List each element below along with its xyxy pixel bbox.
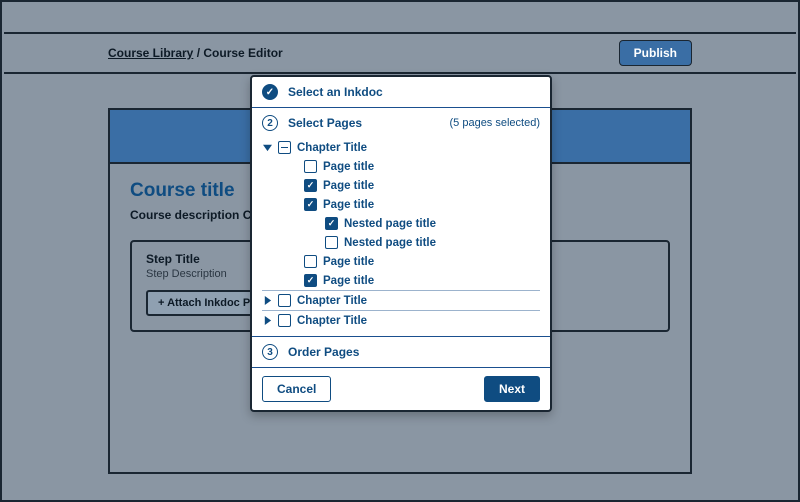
- page-row[interactable]: Page title: [262, 271, 540, 290]
- step3-number-badge: 3: [262, 344, 278, 360]
- caret-right-icon[interactable]: [262, 296, 272, 305]
- nested-page-label: Nested page title: [344, 218, 436, 230]
- attach-pages-dialog: ✓ Select an Inkdoc 2 Select Pages (5 pag…: [250, 75, 552, 412]
- dialog-step2: 2 Select Pages (5 pages selected) Chapte…: [252, 108, 550, 337]
- page-checkbox[interactable]: [304, 274, 317, 287]
- page-checkbox[interactable]: [304, 198, 317, 211]
- step1-done-badge: ✓: [262, 84, 278, 100]
- chapter-row[interactable]: Chapter Title: [262, 138, 540, 157]
- page-label: Page title: [323, 161, 374, 173]
- step3-label: Order Pages: [288, 345, 359, 359]
- page-row[interactable]: Page title: [262, 176, 540, 195]
- page-tree: Chapter Title Page title Page title Page…: [252, 138, 550, 336]
- dialog-footer: Cancel Next: [252, 368, 550, 410]
- dialog-step1[interactable]: ✓ Select an Inkdoc: [252, 77, 550, 108]
- page-checkbox[interactable]: [304, 255, 317, 268]
- breadcrumb-link[interactable]: Course Library: [108, 46, 193, 60]
- next-button[interactable]: Next: [484, 376, 540, 402]
- page-label: Page title: [323, 275, 374, 287]
- chapter-row[interactable]: Chapter Title: [262, 291, 540, 310]
- chapter-label: Chapter Title: [297, 142, 367, 154]
- chapter-row[interactable]: Chapter Title: [262, 311, 540, 330]
- dialog-step3[interactable]: 3 Order Pages: [252, 337, 550, 368]
- chapter-label: Chapter Title: [297, 315, 367, 327]
- caret-right-icon[interactable]: [262, 316, 272, 325]
- chapter-checkbox[interactable]: [278, 294, 291, 307]
- breadcrumb-current: Course Editor: [203, 46, 282, 60]
- chapter-label: Chapter Title: [297, 295, 367, 307]
- app-bar: Course Library / Course Editor Publish: [4, 34, 796, 74]
- page-checkbox[interactable]: [304, 179, 317, 192]
- page-label: Page title: [323, 199, 374, 211]
- step2-header[interactable]: 2 Select Pages (5 pages selected): [252, 108, 550, 138]
- breadcrumb-separator: /: [193, 46, 203, 60]
- page-checkbox[interactable]: [304, 160, 317, 173]
- step2-selection-summary: (5 pages selected): [450, 117, 541, 129]
- caret-down-icon[interactable]: [262, 143, 272, 152]
- page-label: Page title: [323, 256, 374, 268]
- step2-number-badge: 2: [262, 115, 278, 131]
- page-row[interactable]: Page title: [262, 252, 540, 271]
- chapter-checkbox[interactable]: [278, 314, 291, 327]
- top-strip: [4, 4, 796, 34]
- nested-page-row[interactable]: Nested page title: [262, 233, 540, 252]
- page-row[interactable]: Page title: [262, 157, 540, 176]
- step1-label: Select an Inkdoc: [288, 85, 383, 99]
- cancel-button[interactable]: Cancel: [262, 376, 331, 402]
- page-row[interactable]: Page title: [262, 195, 540, 214]
- nested-page-checkbox[interactable]: [325, 217, 338, 230]
- step2-label: Select Pages: [288, 116, 362, 130]
- chapter-checkbox-indeterminate[interactable]: [278, 141, 291, 154]
- page-label: Page title: [323, 180, 374, 192]
- nested-page-label: Nested page title: [344, 237, 436, 249]
- breadcrumb: Course Library / Course Editor: [108, 46, 283, 60]
- nested-page-checkbox[interactable]: [325, 236, 338, 249]
- nested-page-row[interactable]: Nested page title: [262, 214, 540, 233]
- publish-button[interactable]: Publish: [619, 40, 692, 66]
